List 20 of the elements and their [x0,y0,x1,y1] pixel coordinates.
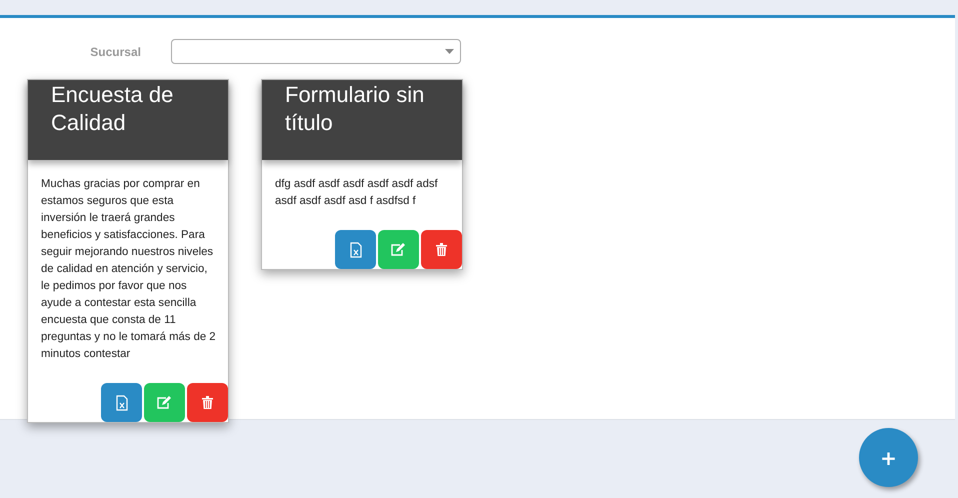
edit-button[interactable] [144,383,185,422]
trash-icon [436,243,447,256]
edit-icon [391,243,406,256]
card-description: Muchas gracias por comprar en estamos seguros que esta inversión le traerá grandes beneficios y satisfacciones. Para seguir mejorando nuestros niveles de calidad en atención y servicio, le pedimos por favor que nos ayude a contestar esta sencilla encuesta que consta de 11 preguntas y no le tomará más de 2 minutos contestar [41,177,217,362]
branch-select[interactable] [171,39,461,64]
field-label: Sucursal [89,44,141,58]
export-button[interactable] [335,230,376,269]
delete-button[interactable] [187,383,228,422]
edit-icon [157,396,172,409]
spreadsheet-file-icon [116,394,128,410]
export-button[interactable] [101,383,142,422]
spreadsheet-file-icon [350,242,362,258]
card-title: Formulario sin título [285,81,426,137]
card-title: Encuesta de Calidad [51,81,174,137]
add-button[interactable]: + [859,428,918,487]
edit-button[interactable] [378,230,419,269]
delete-button[interactable] [421,230,462,269]
card-description: dfg asdf asdf asdf asdf asdf adsf asdf asdf asdf asd f asdfsd f [275,177,439,209]
caret-icon [445,49,454,54]
trash-icon [202,396,213,409]
